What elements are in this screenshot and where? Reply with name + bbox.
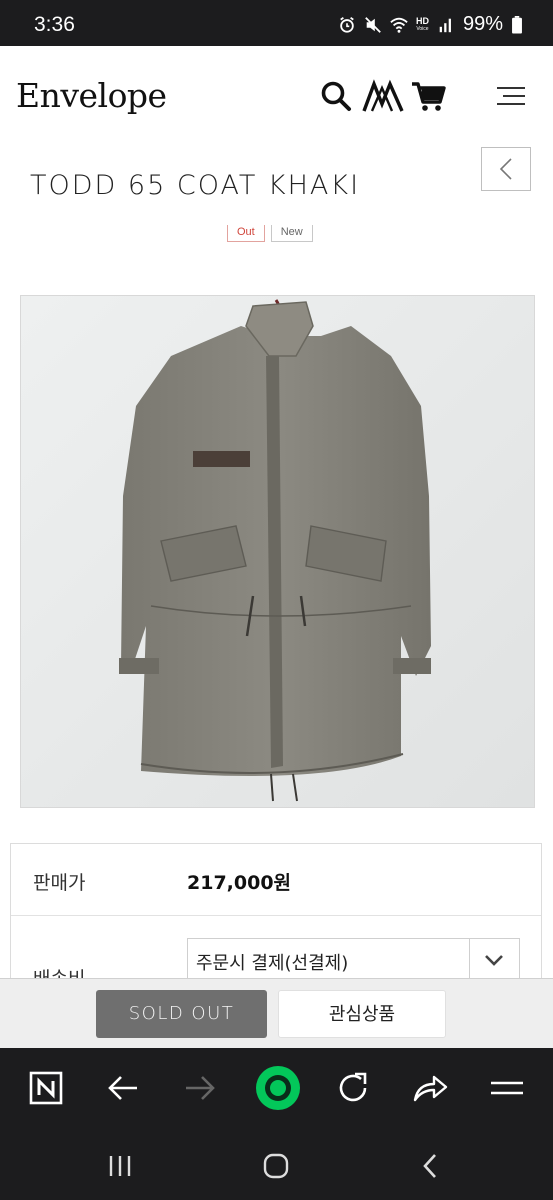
alarm-icon	[340, 16, 354, 33]
back-icon[interactable]	[413, 1148, 449, 1184]
product-badges: Out New	[227, 225, 313, 242]
badge-out: Out	[227, 225, 265, 242]
menu-icon[interactable]	[485, 1066, 529, 1110]
product-image[interactable]	[20, 295, 535, 808]
badge-new: New	[270, 225, 313, 242]
chevron-down-icon	[485, 955, 503, 966]
home-green-icon[interactable]	[254, 1064, 302, 1112]
wishlist-button[interactable]: 관심상품	[278, 990, 446, 1038]
mute-icon	[365, 16, 381, 33]
battery-percent: 99%	[462, 13, 503, 35]
status-bar: 3:36 HD Voice 99%	[0, 0, 553, 46]
sold-out-button[interactable]: SOLD OUT	[96, 990, 267, 1038]
cart-icon[interactable]	[410, 78, 446, 114]
browser-toolbar	[0, 1048, 553, 1130]
wifi-icon	[390, 17, 408, 33]
price-row: 판매가 217,000원	[11, 844, 541, 915]
shipping-select[interactable]: 주문시 결제(선결제)	[187, 938, 520, 982]
site-logo[interactable]: Envelope	[16, 76, 167, 115]
battery-icon	[512, 15, 522, 34]
price-label: 판매가	[33, 872, 86, 894]
product-title: TODD 65 COAT KHAKI	[30, 170, 361, 201]
home-icon[interactable]	[258, 1148, 294, 1184]
chevron-left-icon	[499, 158, 512, 180]
back-button[interactable]	[481, 147, 531, 191]
shipping-select-value: 주문시 결제(선결제)	[196, 953, 349, 974]
recents-icon[interactable]	[102, 1148, 138, 1184]
app-screen: 3:36 HD Voice 99% Envelope TODD 65 COAT …	[0, 0, 553, 1200]
signal-icon	[439, 18, 451, 32]
brand-mark-icon[interactable]	[362, 78, 404, 114]
hd-voice-label: HD	[415, 16, 429, 26]
status-icons: HD Voice 99%	[338, 13, 523, 36]
price-value: 217,000원	[187, 872, 292, 894]
back-arrow-icon[interactable]	[101, 1066, 145, 1110]
site-header: Envelope	[0, 46, 553, 146]
forward-arrow-icon	[186, 1076, 215, 1100]
select-arrow[interactable]	[469, 939, 519, 981]
naver-n-icon[interactable]	[24, 1066, 68, 1110]
share-icon[interactable]	[408, 1066, 452, 1110]
coat-photo	[21, 296, 534, 807]
voice-label: Voice	[416, 26, 429, 32]
system-nav-bar	[0, 1130, 553, 1200]
search-icon[interactable]	[318, 78, 354, 114]
status-time: 3:36	[34, 13, 75, 36]
hamburger-menu-icon[interactable]	[495, 78, 527, 114]
action-bar: SOLD OUT 관심상품	[0, 978, 553, 1048]
reload-icon[interactable]	[331, 1066, 375, 1110]
